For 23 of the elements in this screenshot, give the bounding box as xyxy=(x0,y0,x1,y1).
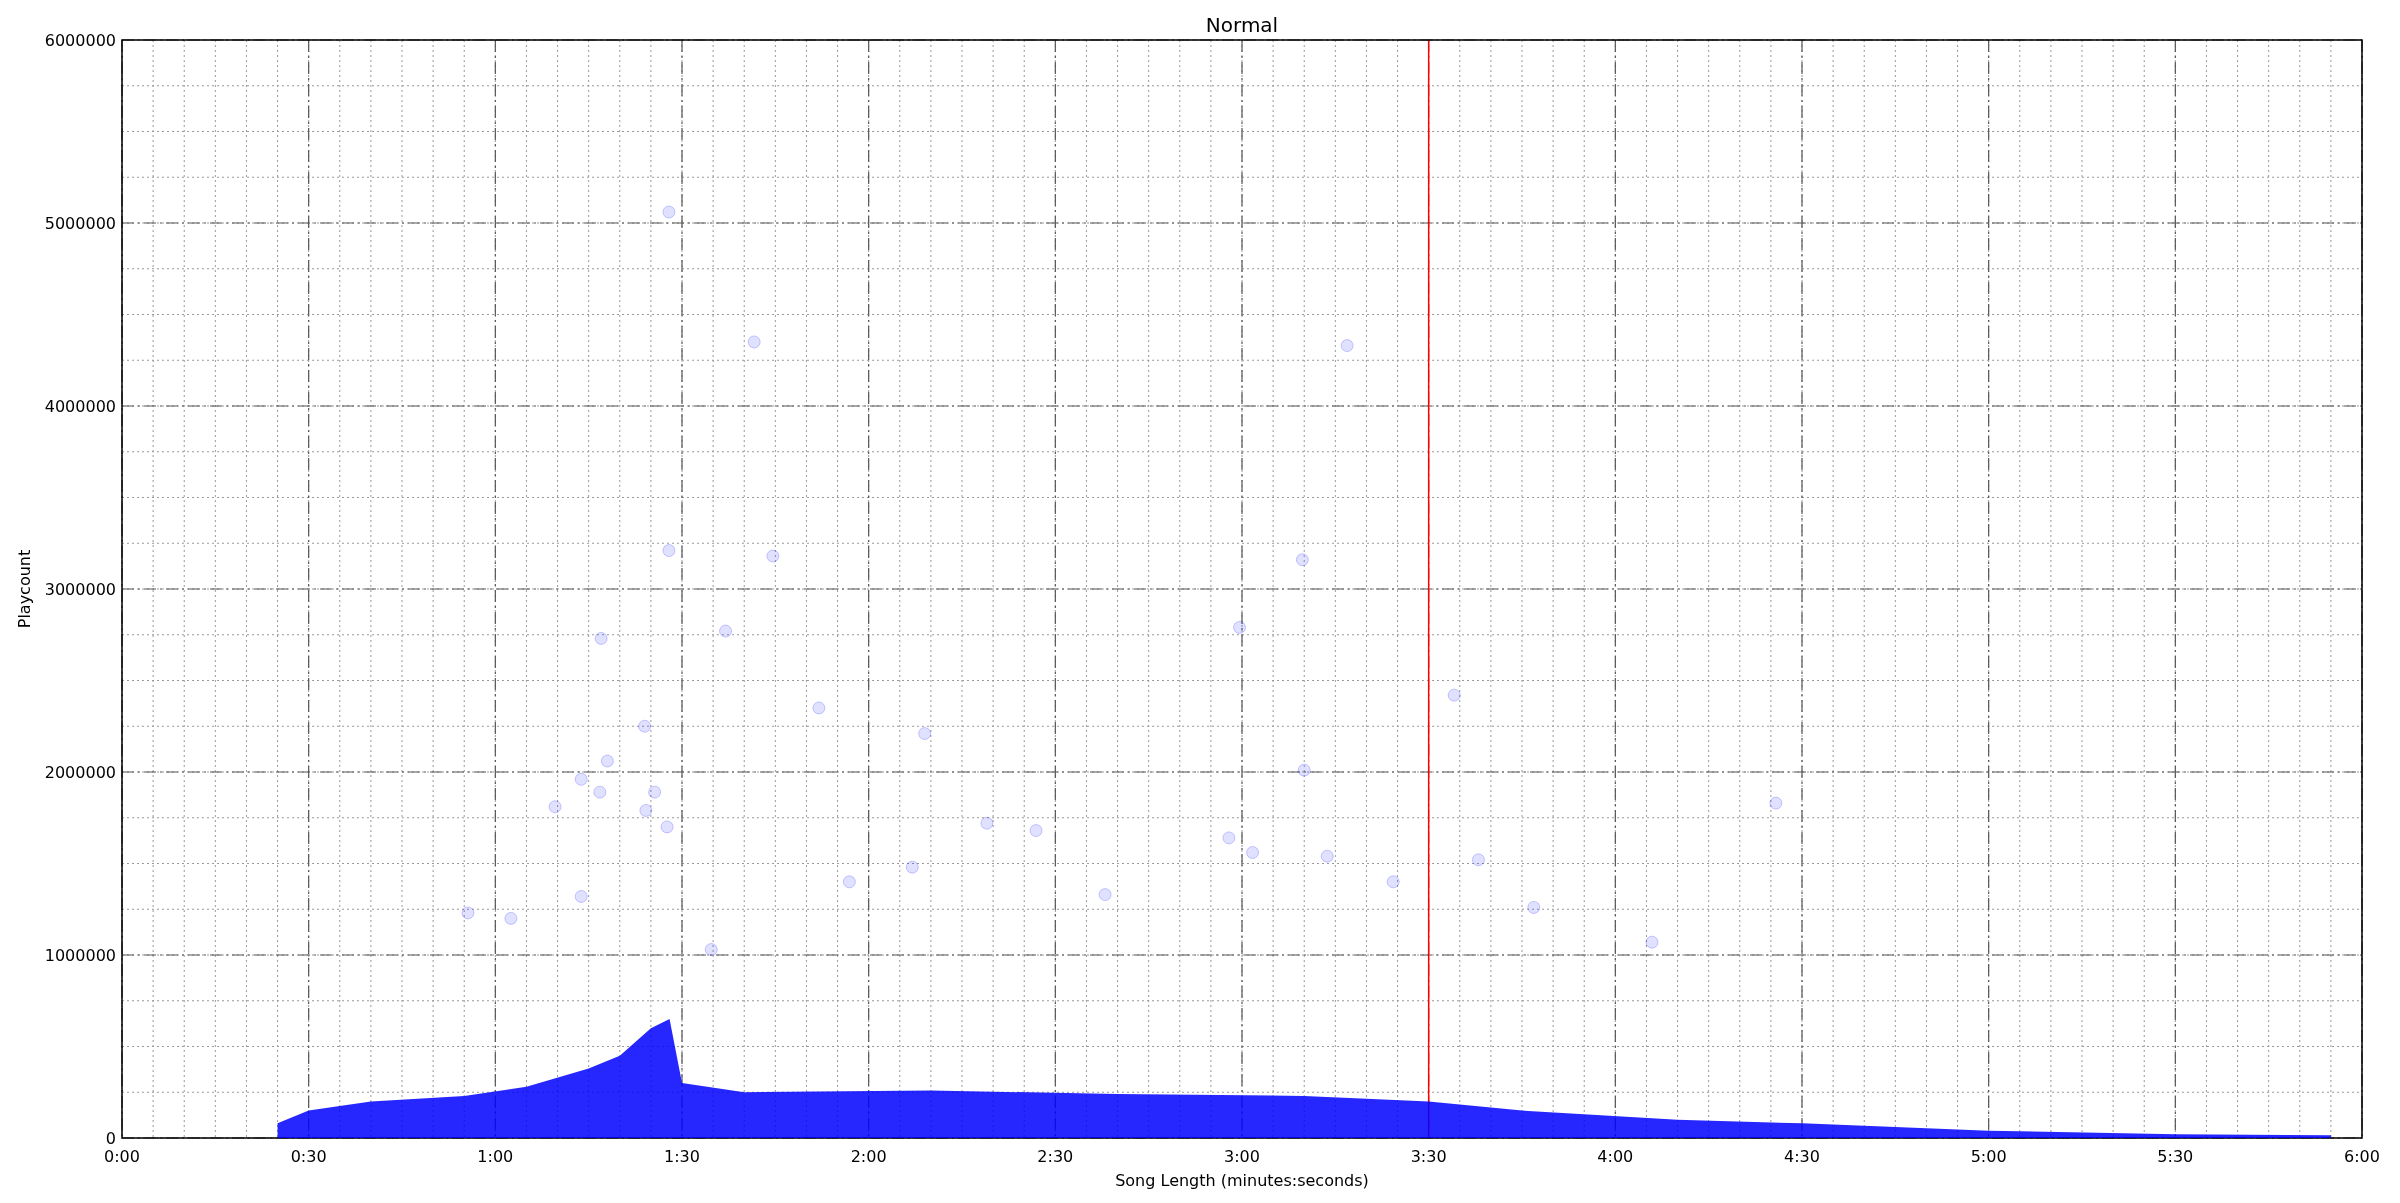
x-tick-label: 6:00 xyxy=(2344,1147,2380,1166)
x-tick-label: 0:30 xyxy=(290,1147,327,1166)
x-tick-label: 5:30 xyxy=(2157,1147,2194,1166)
chart-title: Normal xyxy=(1205,13,1279,37)
x-tick-label: 4:30 xyxy=(1784,1147,1820,1166)
x-tick-label: 2:00 xyxy=(850,1147,887,1166)
y-tick-label: 2000000 xyxy=(44,763,116,782)
y-tick-label: 5000000 xyxy=(44,214,116,233)
x-axis-label: Song Length (minutes:seconds) xyxy=(1115,1171,1369,1190)
y-axis-label: Playcount xyxy=(15,549,34,629)
x-tick-label: 4:00 xyxy=(1597,1147,1634,1166)
y-tick-label: 3000000 xyxy=(44,580,116,599)
x-tick-label: 0:00 xyxy=(104,1147,140,1166)
y-tick-label: 6000000 xyxy=(44,31,116,50)
y-tick-label: 1000000 xyxy=(44,946,116,965)
x-tick-label: 1:00 xyxy=(477,1147,514,1166)
x-tick-label: 1:30 xyxy=(664,1147,700,1166)
y-tick-label: 0 xyxy=(105,1129,116,1148)
x-tick-label: 3:00 xyxy=(1224,1147,1260,1166)
x-tick-label: 2:30 xyxy=(1037,1147,1074,1166)
y-tick-label: 4000000 xyxy=(44,397,116,416)
x-tick-label: 5:00 xyxy=(1970,1147,2007,1166)
x-tick-label: 3:30 xyxy=(1410,1147,1447,1166)
